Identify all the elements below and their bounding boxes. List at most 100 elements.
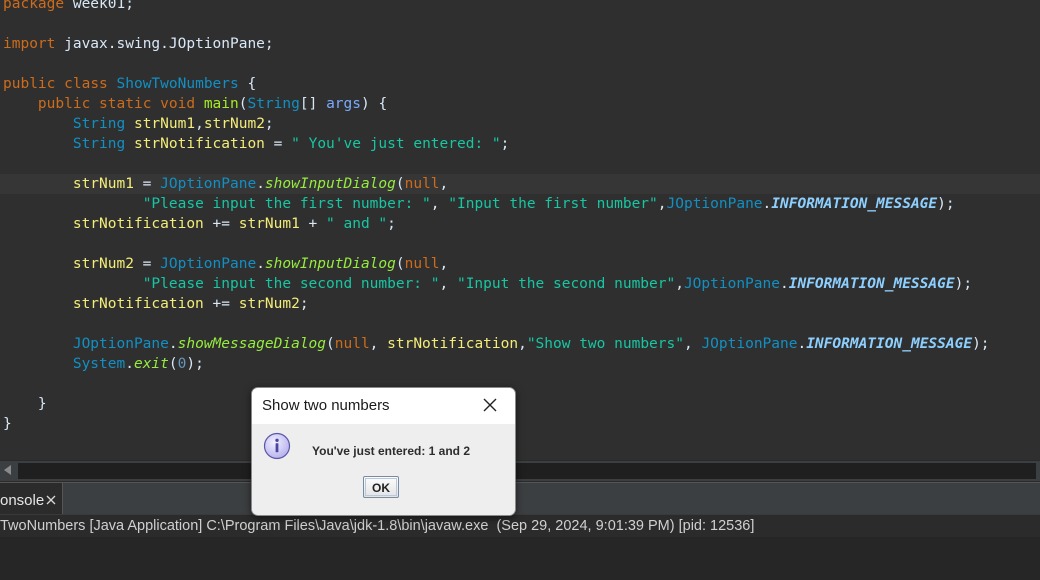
code-token: ( (168, 356, 178, 372)
code-token: JOptionPane (160, 176, 257, 192)
code-line: import javax.swing.JOptionPane; (3, 34, 274, 54)
code-token: += (203, 216, 239, 232)
code-token: , (657, 196, 667, 212)
code-editor[interactable]: package week01; import javax.swing.JOptio… (0, 0, 1040, 460)
code-token: strNum2 (238, 296, 300, 312)
code-token: JOptionPane (701, 336, 798, 352)
horizontal-scrollbar[interactable] (0, 460, 1040, 481)
code-token: void (160, 96, 196, 112)
code-token: ( (395, 176, 405, 192)
scrollbar-track[interactable] (18, 463, 1036, 479)
console-tab-bar: onsole (0, 482, 1040, 515)
code-line: } (3, 394, 47, 414)
code-token: ( (326, 336, 335, 352)
code-token: INFORMATION_MESSAGE (771, 196, 938, 212)
code-token: public (3, 76, 56, 92)
code-token: null (404, 176, 440, 192)
code-token: ; (500, 136, 510, 152)
dialog-body: You've just entered: 1 and 2 OK (252, 424, 515, 515)
code-token: strNotification (72, 296, 204, 312)
code-token: main (203, 96, 239, 112)
code-token: JOptionPane (683, 276, 780, 292)
code-line: strNum2 = JOptionPane.showInputDialog(nu… (3, 254, 448, 274)
code-token: String (247, 96, 300, 112)
code-token: showInputDialog (264, 176, 396, 192)
code-token: public (37, 96, 91, 112)
code-token: exit (133, 356, 169, 372)
code-token: [] (299, 96, 327, 112)
code-token: , (683, 336, 702, 352)
code-token: . (779, 276, 789, 292)
ok-button[interactable]: OK (363, 476, 399, 498)
dialog-message: You've just entered: 1 and 2 (312, 444, 471, 458)
code-token: "Please input the second number: " (142, 276, 440, 292)
code-token: week01; (64, 0, 134, 12)
dialog-title: Show two numbers (262, 397, 390, 414)
code-token: ShowTwoNumbers (116, 76, 239, 92)
code-token: INFORMATION_MESSAGE (788, 276, 955, 292)
code-token: ; (299, 296, 309, 312)
code-line: public class ShowTwoNumbers { (3, 74, 256, 94)
code-token: showMessageDialog (177, 336, 327, 352)
code-token: , (518, 336, 527, 352)
code-line: String strNotification = " You've just e… (3, 134, 510, 154)
code-token: "Show two numbers" (526, 336, 684, 352)
code-token: ); (186, 356, 204, 372)
code-token: } (3, 396, 47, 412)
code-token: ) { (361, 96, 388, 112)
code-token: JOptionPane (666, 196, 763, 212)
code-token: strNum1 (238, 216, 300, 232)
code-line: public static void main(String[] args) { (3, 94, 387, 114)
console-output[interactable] (0, 537, 1040, 580)
code-token: showInputDialog (264, 256, 396, 272)
code-token: . (797, 336, 807, 352)
message-dialog: Show two numbers You've just entered: 1 … (251, 387, 516, 516)
code-token: , (369, 336, 388, 352)
code-token: . (168, 336, 178, 352)
code-token: package (3, 0, 65, 12)
close-icon[interactable] (46, 495, 56, 505)
code-token: . (256, 256, 265, 272)
code-token: ); (937, 196, 955, 212)
code-line: strNotification += strNum1 + " and "; (3, 214, 396, 234)
code-token: , (439, 256, 449, 272)
info-icon (263, 432, 291, 460)
dialog-title-bar[interactable]: Show two numbers (252, 388, 515, 424)
code-token: strNotification (387, 336, 519, 352)
code-token: { (238, 76, 257, 92)
code-token: String (72, 116, 126, 132)
code-token: strNum1 (72, 176, 134, 192)
code-token: strNum1 (133, 116, 196, 132)
code-token: class (64, 76, 108, 92)
code-token: } (3, 416, 12, 432)
code-token: strNum2 (203, 116, 265, 132)
code-line: strNotification += strNum2; (3, 294, 309, 314)
code-token: ; (264, 116, 274, 132)
close-icon[interactable] (482, 397, 498, 413)
code-line: package week01; (3, 0, 134, 14)
code-token: ); (954, 276, 973, 292)
code-token: static (99, 96, 152, 112)
code-token: ( (395, 256, 405, 272)
code-token: JOptionPane (160, 256, 257, 272)
tab-console[interactable]: onsole (0, 483, 63, 515)
code-token: strNotification (133, 136, 265, 152)
scroll-left-arrow-icon[interactable] (4, 465, 11, 475)
code-line: System.exit(0); (3, 354, 204, 374)
code-line: "Please input the first number: ", "Inpu… (3, 194, 955, 214)
